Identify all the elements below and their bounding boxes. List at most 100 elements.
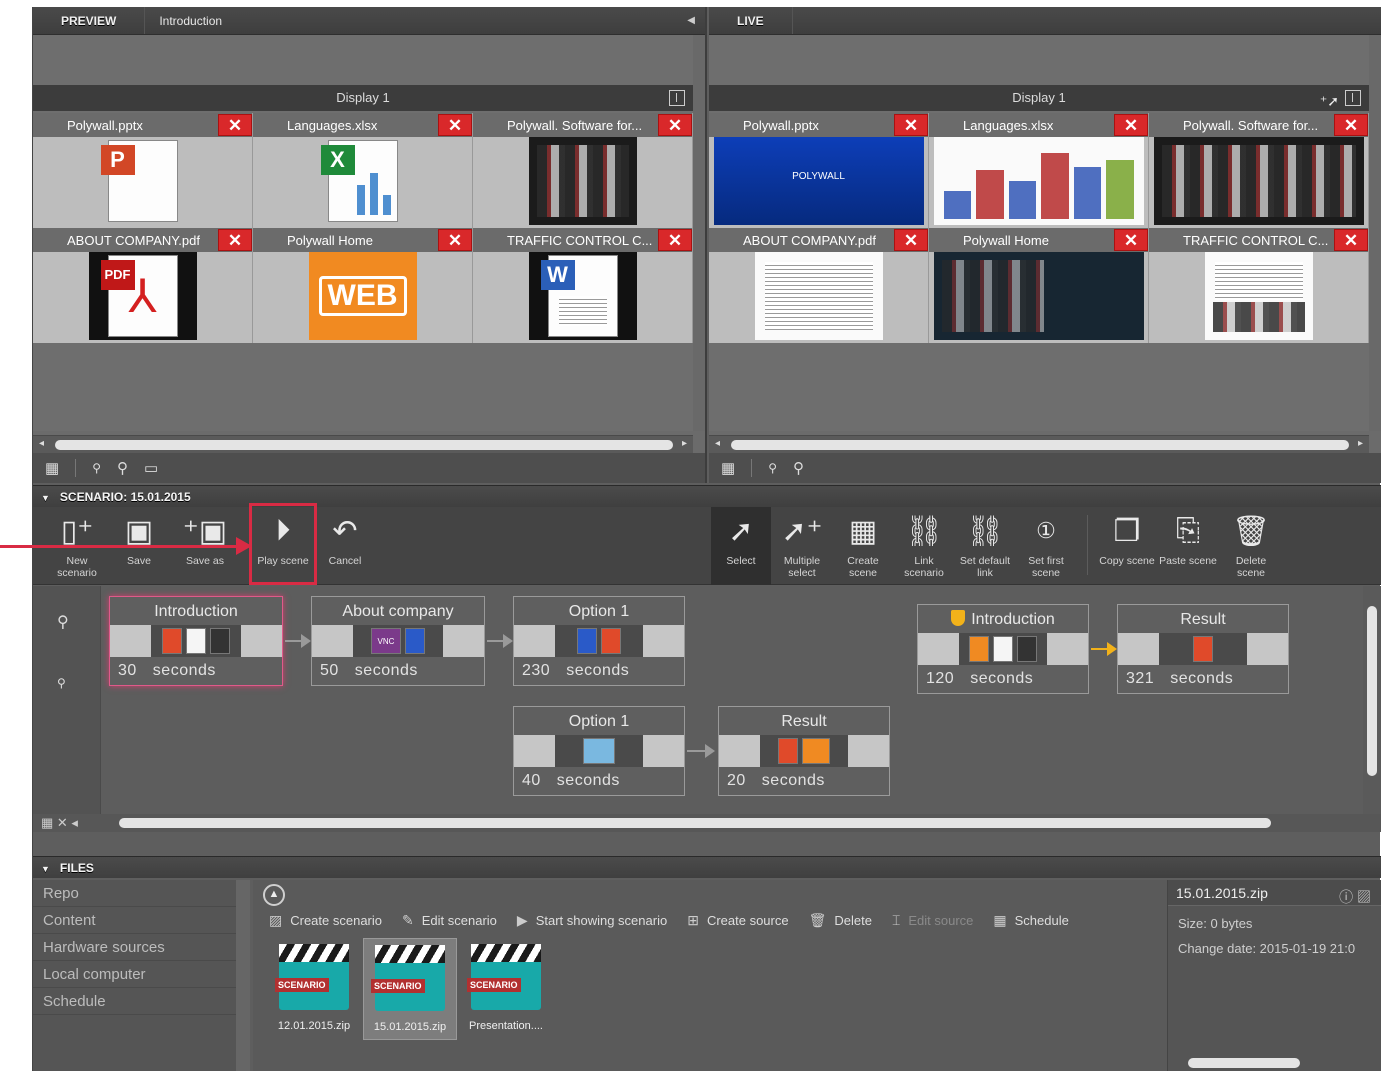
scene-duration: 30	[118, 662, 137, 679]
scene-node[interactable]: Result 321 seconds	[1117, 604, 1289, 694]
scenario-canvas[interactable]: ⚲ ⚲ Introduction 30 seconds About company…	[33, 586, 1381, 832]
preview-horizontal-scrollbar[interactable]: ◂ ▸	[33, 435, 693, 453]
scene-node[interactable]: Option 1 230 seconds	[513, 596, 685, 686]
zoom-out-icon[interactable]: ⚲	[57, 676, 66, 690]
close-icon[interactable]: ✕	[1114, 229, 1148, 251]
files-section-header[interactable]: ▼ FILES	[33, 856, 1381, 878]
live-window[interactable]: Polywall Home ✕	[929, 228, 1149, 343]
edit-scenario-button[interactable]: ✎ Edit scenario	[402, 912, 497, 929]
edit-source-button[interactable]: ⌶ Edit source	[892, 912, 973, 929]
navigate-up-icon[interactable]: ▲	[263, 884, 285, 906]
collapse-triangle-icon[interactable]: ▼	[41, 864, 50, 874]
live-window[interactable]: TRAFFIC CONTROL C... ✕	[1149, 228, 1369, 343]
chain-icon: ⛓	[904, 514, 944, 548]
copy-scene-button[interactable]: ❐ Copy scene	[1097, 507, 1157, 585]
files-nav-content[interactable]: Content	[33, 907, 236, 934]
paste-scene-button[interactable]: ⎘ Paste scene	[1158, 507, 1218, 585]
grid-view-icon[interactable]: ▦	[721, 459, 735, 477]
zoom-in-icon[interactable]: ⚲	[793, 459, 804, 477]
scroll-left-icon[interactable]: ◂	[39, 438, 44, 449]
files-nav-hardware-sources[interactable]: Hardware sources	[33, 934, 236, 961]
live-window-grid: Polywall.pptx ✕ POLYWALL Languages.xlsx ✕ …	[709, 113, 1369, 343]
live-pane: LIVE Display 1 ⁺➚ Polywall.pptx ✕ POLYWAL…	[709, 7, 1381, 483]
link-scenario-button[interactable]: ⛓ Link scenario	[894, 507, 954, 585]
preview-window[interactable]: Languages.xlsx ✕ X	[253, 113, 473, 228]
close-icon[interactable]: ✕	[218, 114, 252, 136]
live-window[interactable]: Languages.xlsx ✕	[929, 113, 1149, 228]
live-horizontal-scrollbar[interactable]: ◂ ▸	[709, 435, 1369, 453]
fit-grid-icon[interactable]: ▦ ✕ ◂	[41, 815, 78, 831]
file-item[interactable]: SCENARIO 15.01.2015.zip	[363, 938, 457, 1040]
preview-window[interactable]: Polywall. Software for... ✕	[473, 113, 693, 228]
scene-node[interactable]: Introduction 120 seconds	[917, 604, 1089, 694]
pointer-icon[interactable]: ⁺➚	[1320, 88, 1339, 114]
scene-node[interactable]: Introduction 30 seconds	[109, 596, 283, 686]
files-nav-schedule[interactable]: Schedule	[33, 988, 236, 1015]
files-nav-repo[interactable]: Repo	[33, 880, 236, 907]
close-icon[interactable]: ✕	[1114, 114, 1148, 136]
scene-node[interactable]: Option 1 40 seconds	[513, 706, 685, 796]
scene-node[interactable]: Result 20 seconds	[718, 706, 890, 796]
close-icon[interactable]: ✕	[1334, 229, 1368, 251]
multiple-select-button[interactable]: ➚⁺ Multiple select	[772, 507, 832, 585]
preview-vertical-scrollbar[interactable]	[693, 35, 705, 431]
preview-window[interactable]: ABOUT COMPANY.pdf ✕ ⅄ PDF	[33, 228, 253, 343]
preview-window[interactable]: TRAFFIC CONTROL C... ✕ W	[473, 228, 693, 343]
scroll-left-icon[interactable]: ◂	[715, 438, 720, 449]
slide-caption: POLYWALL	[792, 171, 845, 182]
info-icon[interactable]: ⓘ	[1339, 889, 1353, 905]
close-icon[interactable]: ✕	[218, 229, 252, 251]
live-window[interactable]: Polywall. Software for... ✕	[1149, 113, 1369, 228]
close-icon[interactable]: ✕	[438, 229, 472, 251]
zoom-out-icon[interactable]: ⚲	[92, 461, 101, 475]
info-horizontal-scrollbar[interactable]	[1168, 1055, 1381, 1071]
layout-icon[interactable]	[669, 90, 685, 106]
grid-view-icon[interactable]: ▦	[45, 459, 59, 477]
close-icon[interactable]: ✕	[894, 114, 928, 136]
canvas-horizontal-scrollbar[interactable]: ▦ ✕ ◂	[33, 814, 1381, 832]
tab-live[interactable]: LIVE	[709, 7, 793, 34]
preview-window[interactable]: Polywall Home ✕ WEB	[253, 228, 473, 343]
create-scenario-button[interactable]: ▨ Create scenario	[269, 912, 382, 929]
scroll-right-icon[interactable]: ▸	[682, 438, 687, 449]
close-icon[interactable]: ✕	[894, 229, 928, 251]
close-icon[interactable]: ✕	[658, 229, 692, 251]
comment-icon[interactable]: ▭	[144, 459, 158, 477]
delete-button[interactable]: 🗑 Delete	[809, 912, 872, 929]
zoom-in-icon[interactable]: ⚲	[117, 459, 128, 477]
live-window[interactable]: ABOUT COMPANY.pdf ✕	[709, 228, 929, 343]
file-item[interactable]: SCENARIO 12.01.2015.zip	[267, 938, 361, 1040]
scene-node[interactable]: About company VNC 50 seconds	[311, 596, 485, 686]
file-item[interactable]: SCENARIO Presentation....	[459, 938, 553, 1040]
select-tool-button[interactable]: ➚ Select	[711, 507, 771, 585]
close-icon[interactable]: ✕	[438, 114, 472, 136]
set-first-scene-button[interactable]: ① Set first scene	[1016, 507, 1076, 585]
scenario-section-header[interactable]: ▼ SCENARIO: 15.01.2015	[33, 485, 1381, 507]
start-showing-scenario-button[interactable]: ▶ Start showing scenario	[517, 912, 667, 929]
schedule-button[interactable]: ▦ Schedule	[993, 912, 1068, 929]
layout-icon[interactable]	[1345, 90, 1361, 106]
scene-title: Introduction	[154, 603, 238, 620]
collapse-triangle-icon[interactable]: ▼	[41, 493, 50, 503]
zoom-out-icon[interactable]: ⚲	[768, 461, 777, 475]
delete-scene-button[interactable]: 🗑 Delete scene	[1221, 507, 1281, 585]
tab-preview[interactable]: PREVIEW	[33, 7, 146, 34]
image-icon[interactable]: ▨	[1357, 889, 1371, 905]
create-source-button[interactable]: ⊞ Create source	[687, 912, 788, 929]
collapse-left-icon[interactable]: ◀	[687, 15, 695, 26]
scenario-tag: SCENARIO	[467, 978, 521, 992]
live-vertical-scrollbar[interactable]	[1369, 35, 1381, 431]
canvas-vertical-scrollbar[interactable]	[1363, 586, 1381, 814]
live-window[interactable]: Polywall.pptx ✕ POLYWALL	[709, 113, 929, 228]
set-default-link-button[interactable]: ⛓ Set default link	[955, 507, 1015, 585]
close-icon[interactable]: ✕	[1334, 114, 1368, 136]
cancel-button[interactable]: ↶ Cancel	[315, 507, 375, 585]
files-nav-local-computer[interactable]: Local computer	[33, 961, 236, 988]
create-scene-button[interactable]: ▦ Create scene	[833, 507, 893, 585]
seconds-label: seconds	[566, 662, 630, 679]
scroll-right-icon[interactable]: ▸	[1358, 438, 1363, 449]
close-icon[interactable]: ✕	[658, 114, 692, 136]
files-nav-scrollbar[interactable]	[236, 880, 250, 1071]
preview-window[interactable]: Polywall.pptx ✕ P	[33, 113, 253, 228]
zoom-in-icon[interactable]: ⚲	[57, 612, 69, 632]
